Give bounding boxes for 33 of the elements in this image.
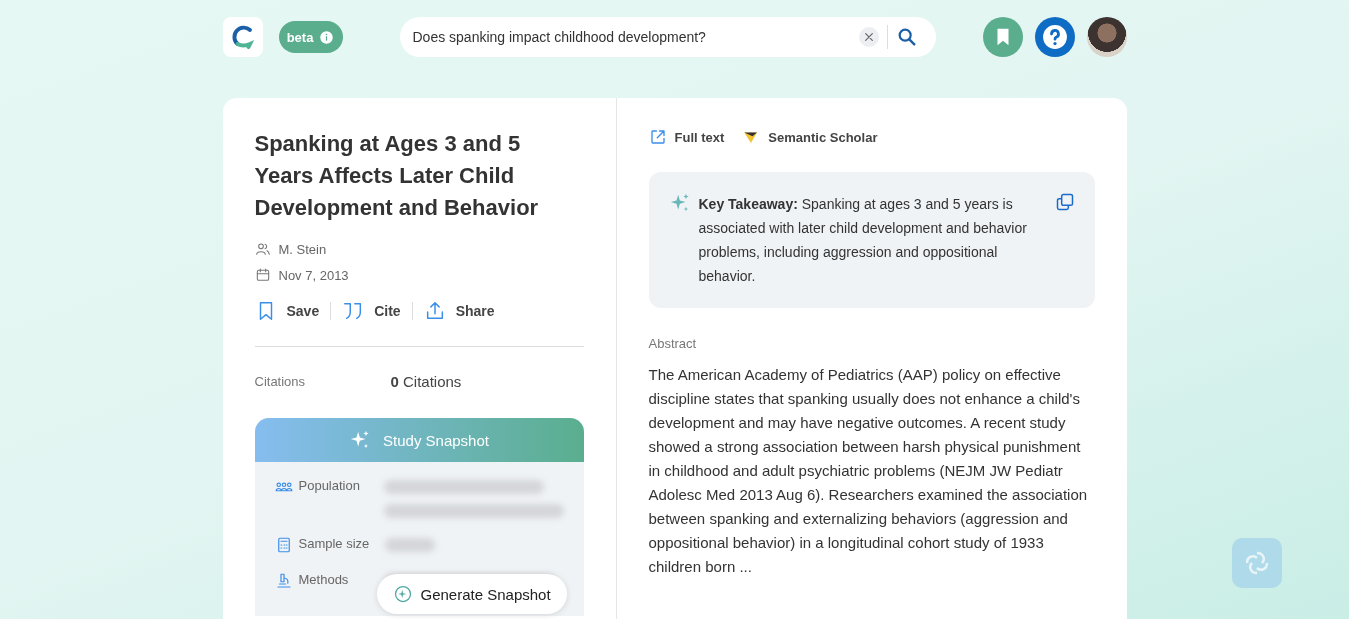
full-text-link[interactable]: Full text bbox=[648, 128, 725, 146]
snapshot-label: Population bbox=[298, 478, 360, 493]
citations-label: Citations bbox=[254, 374, 307, 389]
snapshot-label: Sample size bbox=[298, 536, 370, 551]
clear-button[interactable] bbox=[858, 27, 879, 47]
citation-count[interactable]: 0 Citations bbox=[390, 373, 462, 390]
paper-title: Spanking at Ages 3 and 5 Years Affects Later Child Development and Behavior bbox=[254, 130, 540, 222]
user-avatar[interactable] bbox=[1086, 17, 1127, 57]
save-button[interactable]: Save bbox=[254, 300, 320, 322]
author-name[interactable]: M. Stein bbox=[278, 241, 327, 257]
help-icon bbox=[1041, 24, 1068, 50]
bookmarks-button[interactable] bbox=[982, 17, 1023, 57]
abstract-heading: Abstract bbox=[648, 336, 698, 351]
search-bar[interactable]: Does spanking impact childhood development? bbox=[399, 17, 936, 57]
generate-snapshot-button[interactable]: Generate Snapshot bbox=[376, 574, 567, 614]
sparkle-circle-icon bbox=[392, 584, 413, 604]
publication-date: Nov 7, 2013 bbox=[278, 267, 349, 283]
copy-icon[interactable] bbox=[1054, 192, 1075, 212]
help-button[interactable] bbox=[1034, 17, 1075, 57]
cite-button[interactable]: Cite bbox=[342, 300, 401, 322]
external-link-icon bbox=[648, 128, 667, 146]
calendar-icon bbox=[254, 267, 271, 283]
share-button[interactable]: Share bbox=[423, 300, 495, 322]
snapshot-label: Methods bbox=[298, 572, 349, 587]
key-takeaway-text: Key Takeaway: Spanking at ages 3 and 5 years is associated with later child development and behavior problems, including aggression and oppositional behavior. bbox=[698, 195, 1028, 286]
blurred-value bbox=[384, 538, 435, 552]
search-field[interactable]: Does spanking impact childhood development? bbox=[412, 29, 859, 45]
logo[interactable] bbox=[222, 17, 263, 57]
people-icon bbox=[254, 241, 271, 257]
abstract-text: The American Academy of Pediatrics (AAP) policy on effective discipline states that spanking usually does not enhance a child's development and may have negative outcomes. A recent study showed a strong association between harsh physical punishment in childhood and adult psychiatric problems (NEJM JW Pediatr Adolesc Med 2013 Aug 6). Researchers examined the association between spanking and externalizing behaviors (aggression and oppositional behavior) in a longitudinal cohort study of 1933 children born ... bbox=[648, 365, 1089, 577]
source-link[interactable]: Semantic Scholar bbox=[742, 128, 878, 146]
info-icon bbox=[319, 29, 335, 45]
snapshot-title: Study Snapshot bbox=[383, 431, 489, 449]
